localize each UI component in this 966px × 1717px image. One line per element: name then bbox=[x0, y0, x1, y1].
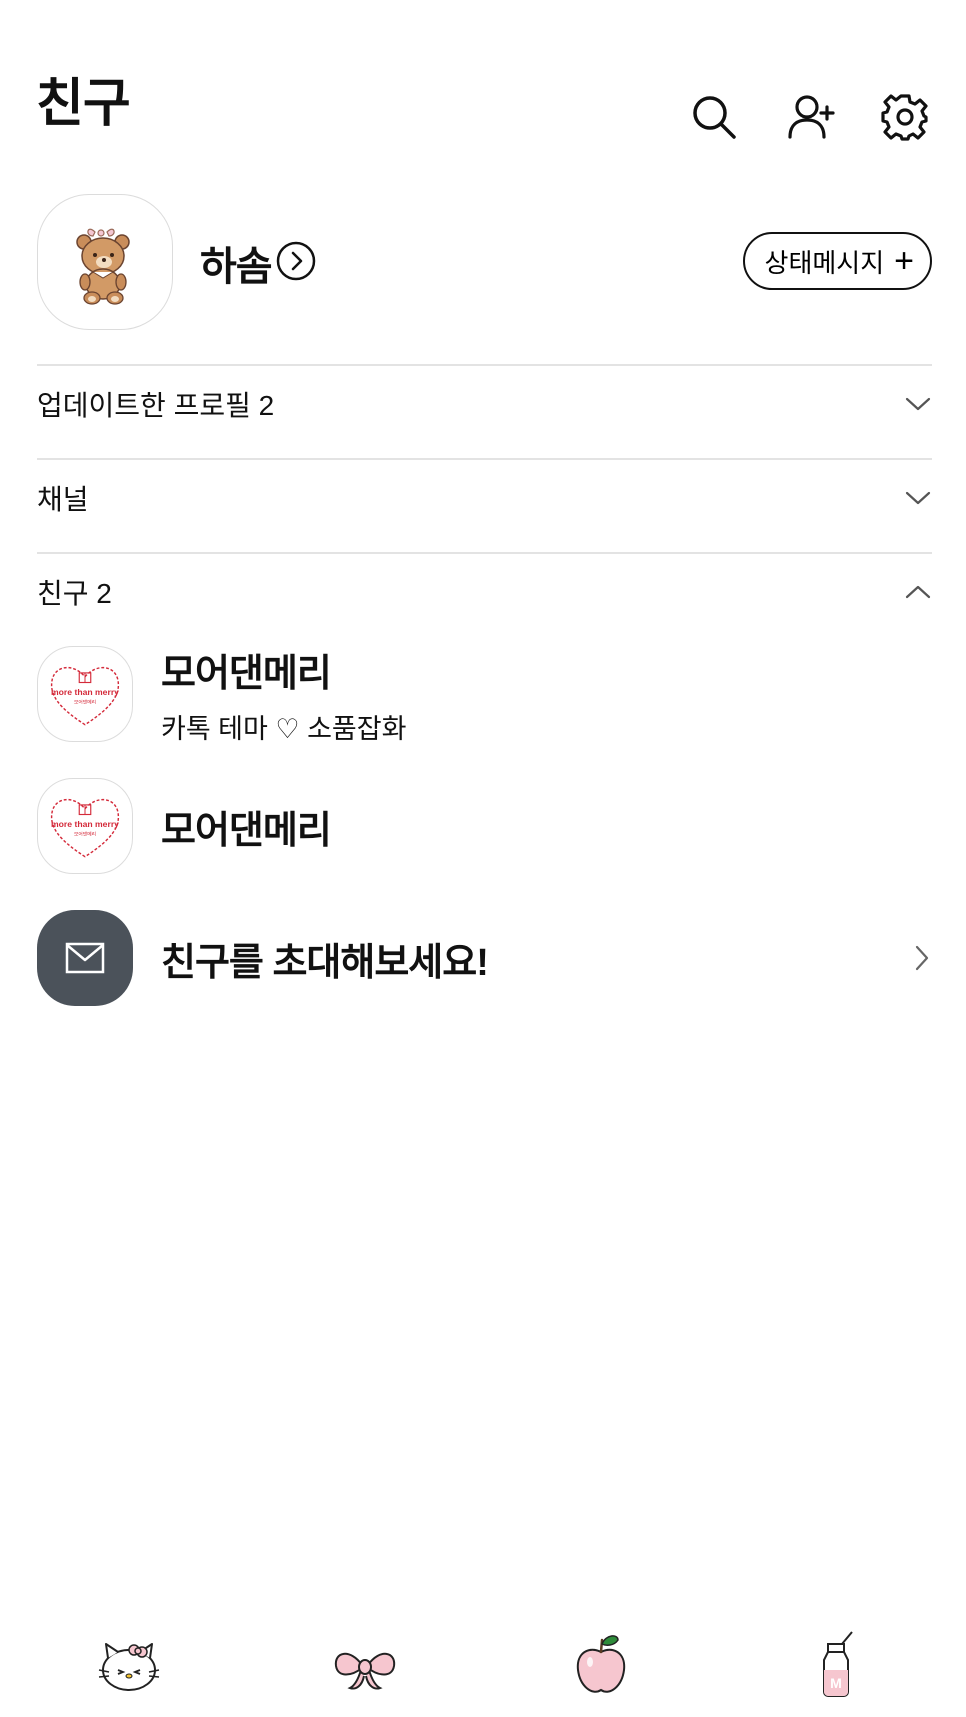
svg-text:M: M bbox=[830, 1675, 842, 1691]
invite-label: 친구를 초대해보세요! bbox=[161, 941, 489, 984]
chevron-right-icon bbox=[915, 945, 929, 971]
apple-icon bbox=[576, 1635, 626, 1693]
ribbon-icon bbox=[334, 1652, 396, 1690]
settings-icon[interactable] bbox=[880, 92, 930, 142]
tab-more[interactable]: M bbox=[792, 1620, 882, 1710]
tab-friends[interactable] bbox=[84, 1620, 174, 1710]
envelope-icon bbox=[65, 942, 105, 974]
bottom-tab-bar: M bbox=[0, 1620, 966, 1717]
status-message-button[interactable]: 상태메시지 + bbox=[742, 232, 932, 290]
profile-name[interactable]: 하솜 bbox=[200, 234, 273, 292]
friend-avatar[interactable]: more than merry 모어댄메리 bbox=[37, 646, 133, 742]
page-title: 친구 bbox=[36, 75, 131, 133]
tab-chats[interactable] bbox=[320, 1620, 410, 1710]
divider bbox=[37, 458, 932, 460]
section-updated-profiles[interactable]: 업데이트한 프로필 2 bbox=[37, 370, 932, 438]
svg-text:모어댄메리: 모어댄메리 bbox=[74, 831, 96, 838]
section-friends[interactable]: 친구 2 bbox=[37, 558, 932, 626]
chevron-up-icon bbox=[905, 585, 931, 599]
friend-name: 모어댄메리 bbox=[161, 653, 332, 695]
section-label: 업데이트한 프로필 2 bbox=[37, 390, 275, 421]
hello-kitty-icon bbox=[98, 1643, 160, 1691]
tab-view[interactable] bbox=[556, 1620, 646, 1710]
profile-avatar[interactable] bbox=[37, 194, 173, 330]
friend-name: 모어댄메리 bbox=[161, 809, 332, 852]
divider bbox=[37, 552, 932, 554]
section-channel[interactable]: 채널 bbox=[37, 464, 932, 532]
add-friend-icon[interactable] bbox=[786, 92, 836, 142]
chevron-down-icon bbox=[905, 491, 931, 505]
chevron-right-circle-icon[interactable] bbox=[275, 240, 317, 282]
svg-text:모어댄메리: 모어댄메리 bbox=[74, 699, 96, 706]
friend-item[interactable]: more than merry 모어댄메리 모어댄메리 bbox=[37, 778, 932, 874]
plus-icon: + bbox=[894, 242, 914, 280]
my-profile[interactable]: 하솜 상태메시지 + bbox=[37, 194, 932, 332]
search-icon[interactable] bbox=[689, 92, 739, 142]
status-message-label: 상태메시지 bbox=[764, 247, 885, 278]
header: 친구 bbox=[0, 0, 966, 180]
svg-text:more than merry: more than merry bbox=[51, 819, 119, 829]
friend-item[interactable]: more than merry 모어댄메리 모어댄메리 카톡 테마 ♡ 소품잡화 bbox=[37, 646, 932, 744]
chevron-down-icon bbox=[905, 397, 931, 411]
more-than-merry-logo: more than merry 모어댄메리 bbox=[50, 666, 119, 726]
svg-text:more than merry: more than merry bbox=[51, 687, 119, 697]
more-than-merry-logo: more than merry 모어댄메리 bbox=[50, 798, 119, 858]
divider bbox=[37, 364, 932, 366]
milk-bottle-icon: M bbox=[823, 1631, 853, 1697]
section-label: 친구 2 bbox=[37, 578, 112, 609]
friend-status-message: 카톡 테마 ♡ 소품잡화 bbox=[161, 714, 407, 744]
section-label: 채널 bbox=[37, 484, 89, 515]
invite-avatar[interactable] bbox=[37, 910, 133, 1006]
friend-avatar[interactable]: more than merry 모어댄메리 bbox=[37, 778, 133, 874]
invite-friends-row[interactable]: 친구를 초대해보세요! bbox=[37, 910, 932, 1006]
teddy-bear-icon bbox=[76, 228, 130, 305]
